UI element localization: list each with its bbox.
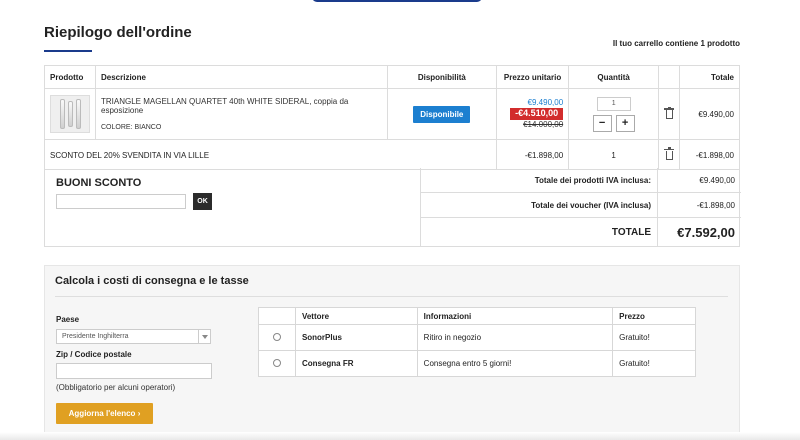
carrier-radio[interactable] [272, 358, 281, 367]
header-availability: Disponibilità [386, 65, 497, 89]
page-bottom-shadow [0, 432, 800, 440]
grand-total-label: TOTALE [421, 218, 658, 246]
carrier-name: Consegna FR [294, 350, 418, 377]
discount-quantity: 1 [611, 150, 616, 160]
totals-row-products: Totale dei prodotti IVA inclusa: €9.490,… [421, 168, 741, 193]
cart-header-row: Prodotto Descrizione Disponibilità Prezz… [44, 65, 740, 89]
header-carrier: Vettore [294, 307, 418, 325]
products-total-label: Totale dei prodotti IVA inclusa: [421, 168, 658, 192]
header-description: Descrizione [95, 65, 388, 89]
carriers-header-row: Vettore Informazioni Prezzo [258, 307, 696, 325]
cart-discount-row: SCONTO DEL 20% SVENDITA IN VIA LILLE -€1… [44, 139, 740, 170]
title-underline [44, 50, 92, 52]
carrier-name: SonorPlus [294, 324, 418, 351]
header-total: Totale [679, 65, 740, 89]
carriers-table: Vettore Informazioni Prezzo SonorPlus Ri… [258, 307, 696, 377]
price-discount-badge: -€4.510,00 [510, 108, 564, 120]
totals-row-vouchers: Totale dei voucher (IVA inclusa) -€1.898… [421, 193, 741, 218]
header-price: Prezzo [612, 307, 696, 325]
shipping-title: Calcola i costi di consegna e le tasse [55, 275, 249, 287]
totals-row-grand: TOTALE €7.592,00 [421, 218, 741, 246]
dropdown-arrow-icon [198, 330, 210, 343]
price-old: €14.000,00 [523, 119, 564, 129]
totals-box: Totale dei prodotti IVA inclusa: €9.490,… [420, 168, 741, 246]
zip-input[interactable] [56, 363, 212, 379]
discount-unit-price: -€1.898,00 [524, 150, 564, 160]
coupon-and-totals: BUONI SCONTO OK Totale dei prodotti IVA … [44, 168, 741, 247]
product-name[interactable]: TRIANGLE MAGELLAN QUARTET 40th WHITE SID… [101, 97, 382, 115]
product-thumbnail[interactable] [50, 95, 90, 133]
quantity-decrease-button[interactable]: − [592, 114, 612, 132]
carrier-price: Gratuito! [612, 350, 696, 377]
header-delete [658, 65, 681, 89]
divider [55, 296, 728, 297]
update-list-label: Aggiorna l'elenco [68, 409, 136, 418]
speaker-image [59, 99, 65, 129]
country-label: Paese [56, 315, 80, 324]
header-product: Prodotto [44, 65, 96, 89]
quantity-increase-button[interactable]: + [615, 114, 635, 132]
speaker-image [75, 99, 81, 129]
zip-label: Zip / Codice postale [56, 350, 132, 359]
carrier-price: Gratuito! [612, 324, 696, 351]
top-banner-pill [312, 0, 482, 2]
discount-total: -€1.898,00 [695, 150, 734, 160]
header-quantity: Quantità [568, 65, 660, 89]
country-value: Presidente Inghilterra [62, 333, 129, 340]
coupon-title: BUONI SCONTO [56, 177, 142, 189]
coupon-input[interactable] [56, 194, 186, 209]
cart-table: Prodotto Descrizione Disponibilità Prezz… [44, 65, 740, 170]
carrier-row[interactable]: Consegna FR Consegna entro 5 giorni! Gra… [258, 350, 696, 377]
price-new: €9.490,00 [527, 98, 564, 108]
vouchers-total-value: -€1.898,00 [696, 200, 735, 210]
chevron-right-icon: › [137, 409, 141, 418]
product-total: €9.490,00 [698, 110, 734, 119]
trash-icon[interactable] [664, 106, 675, 119]
carrier-info: Ritiro in negozio [416, 324, 614, 351]
header-select [258, 307, 296, 325]
header-unit-price: Prezzo unitario [495, 65, 570, 89]
zip-note: (Obbligatorio per alcuni operatori) [56, 383, 176, 392]
update-list-button[interactable]: Aggiorna l'elenco › [56, 403, 153, 424]
carrier-info: Consegna entro 5 giorni! [416, 350, 614, 377]
products-total-value: €9.490,00 [699, 175, 735, 185]
speaker-image [67, 101, 73, 127]
product-color: COLORE: BIANCO [101, 124, 162, 131]
cart-product-row: TRIANGLE MAGELLAN QUARTET 40th WHITE SID… [44, 88, 740, 140]
cart-count: Il tuo carrello contiene 1 prodotto [612, 39, 740, 48]
shipping-calculator: Calcola i costi di consegna e le tasse P… [44, 265, 740, 440]
vouchers-total-label: Totale dei voucher (IVA inclusa) [421, 193, 658, 217]
carrier-radio[interactable] [272, 332, 281, 341]
availability-badge: Disponibile [413, 105, 471, 123]
grand-total-value: €7.592,00 [677, 224, 735, 240]
quantity-input[interactable] [596, 96, 631, 111]
country-select[interactable]: Presidente Inghilterra [56, 329, 211, 344]
discount-label: SCONTO DEL 20% SVENDITA IN VIA LILLE [50, 150, 210, 160]
header-info: Informazioni [416, 307, 614, 325]
page-title: Riepilogo dell'ordine [44, 24, 192, 41]
trash-icon[interactable] [664, 147, 675, 160]
coupon-ok-button[interactable]: OK [193, 193, 212, 210]
carrier-row[interactable]: SonorPlus Ritiro in negozio Gratuito! [258, 324, 696, 351]
